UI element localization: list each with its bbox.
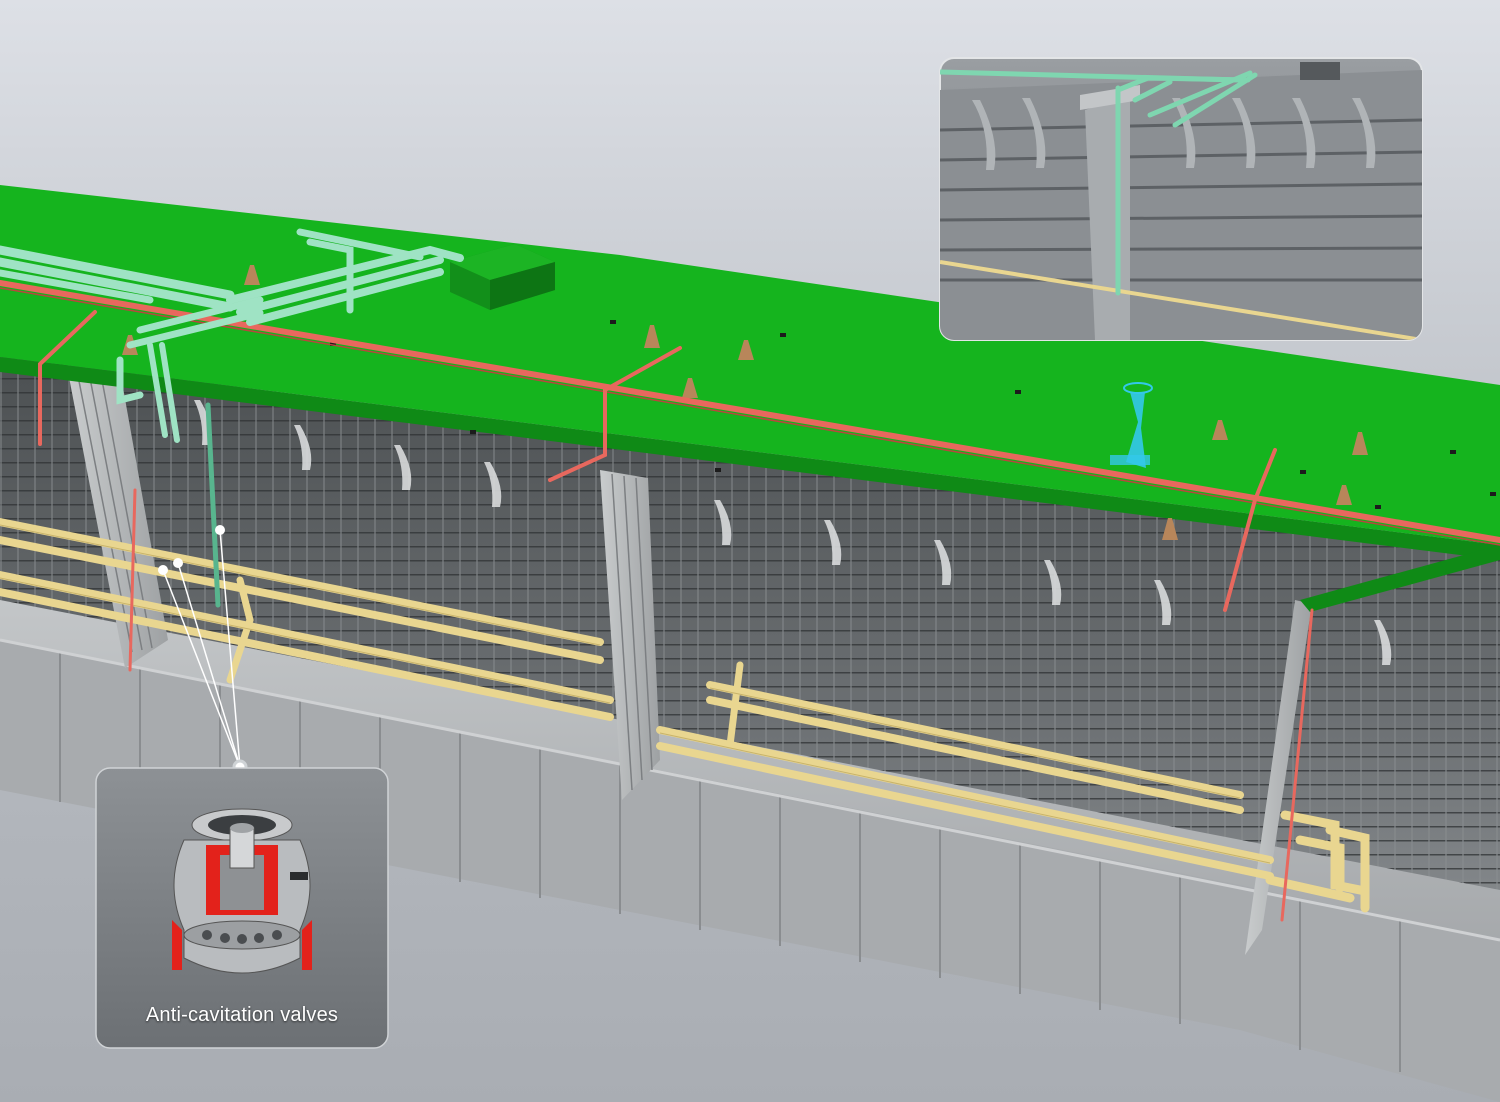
inset-detail-view xyxy=(939,57,1423,341)
tank-cutaway-diagram xyxy=(0,0,1500,1102)
callout-label: Anti-cavitation valves xyxy=(145,1004,339,1026)
